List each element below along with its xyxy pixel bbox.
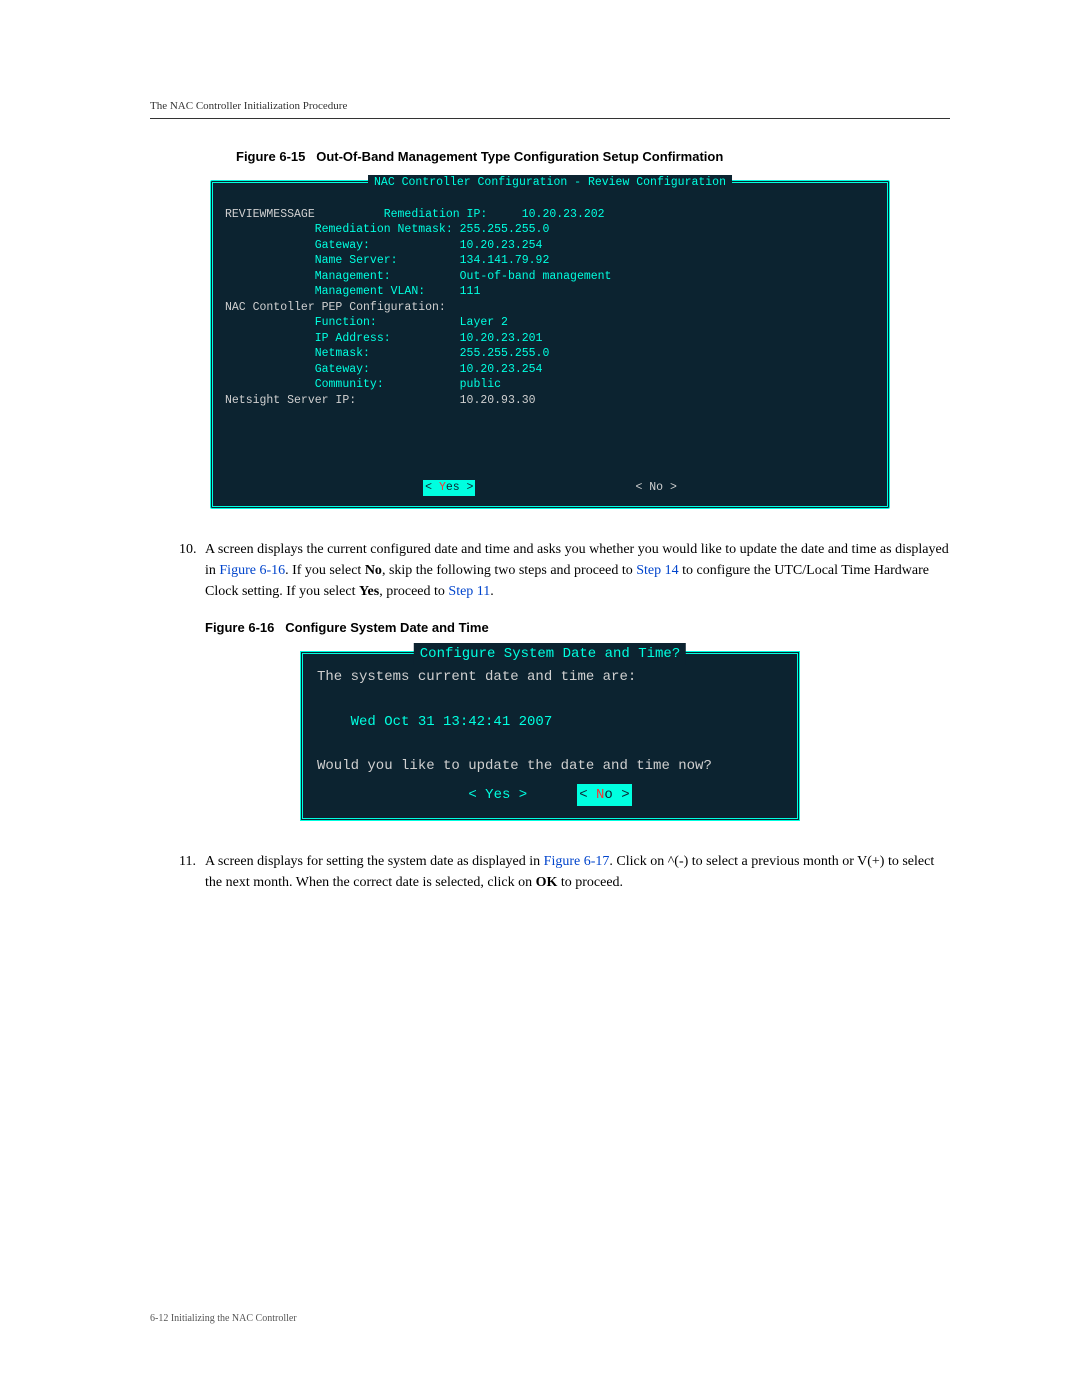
terminal-line: Gateway: 10.20.23.254: [225, 363, 542, 376]
link-step-11[interactable]: Step 11: [448, 584, 490, 599]
btn-rest: o >: [604, 787, 629, 803]
bold-ok: OK: [536, 875, 558, 890]
netsight-label: Netsight Server IP: 10.20.93.30: [225, 394, 536, 407]
link-figure-6-16[interactable]: Figure 6-16: [219, 563, 285, 578]
terminal-line: Name Server: 134.141.79.92: [225, 254, 549, 267]
pep-config-label: NAC Contoller PEP Configuration:: [225, 301, 446, 314]
page-header: The NAC Controller Initialization Proced…: [150, 100, 950, 119]
btn-bracket: <: [579, 787, 596, 803]
text: to proceed.: [557, 875, 623, 890]
review-message-label: REVIEWMESSAGE: [225, 208, 315, 221]
text: , proceed to: [379, 584, 448, 599]
btn-rest: es >: [446, 481, 474, 494]
link-figure-6-17[interactable]: Figure 6-17: [544, 854, 610, 869]
terminal-button-row: < Yes > < No >: [213, 480, 887, 506]
terminal-line: Gateway: 10.20.23.254: [225, 239, 542, 252]
step-number: 10.: [179, 539, 205, 560]
figure-6-15-caption: Figure 6-15 Out-Of-Band Management Type …: [150, 149, 950, 164]
terminal-line: Function: Layer 2: [225, 316, 508, 329]
terminal-line: Wed Oct 31 13:42:41 2007: [317, 711, 783, 733]
figure-6-16-caption: Figure 6-16 Configure System Date and Ti…: [205, 620, 950, 635]
figure-label: Figure 6-16: [205, 620, 274, 635]
figure-label: Figure 6-15: [236, 149, 305, 164]
text: , skip the following two steps and proce…: [382, 563, 636, 578]
link-step-14[interactable]: Step 14: [636, 563, 678, 578]
step-number: 11.: [179, 851, 205, 872]
page-footer: 6-12 Initializing the NAC Controller: [150, 1313, 950, 1324]
figure-title: Configure System Date and Time: [285, 620, 488, 635]
terminal-review-config: NAC Controller Configuration - Review Co…: [210, 180, 890, 509]
no-button[interactable]: < No >: [577, 784, 631, 806]
terminal-line: Management VLAN: 111: [225, 285, 480, 298]
text: . If you select: [285, 563, 365, 578]
yes-button[interactable]: < Yes >: [423, 480, 475, 496]
terminal-line: Community: public: [225, 378, 501, 391]
figure-title: Out-Of-Band Management Type Configuratio…: [316, 149, 723, 164]
terminal-line: The systems current date and time are:: [317, 666, 783, 688]
terminal-button-row: < Yes > < No >: [317, 778, 783, 806]
terminal-line: Remediation IP: 10.20.23.202: [315, 208, 605, 221]
terminal-line: Would you like to update the date and ti…: [317, 755, 783, 777]
terminal-line: Remediation Netmask: 255.255.255.0: [225, 223, 549, 236]
terminal-body: REVIEWMESSAGE Remediation IP: 10.20.23.2…: [213, 183, 887, 480]
terminal-configure-date: Configure System Date and Time? The syst…: [300, 651, 800, 821]
no-button[interactable]: < No >: [635, 480, 676, 496]
terminal-title: Configure System Date and Time?: [414, 643, 686, 665]
bold-yes: Yes: [359, 584, 379, 599]
step-10-text: 10.A screen displays the current configu…: [150, 539, 950, 602]
terminal-title: NAC Controller Configuration - Review Co…: [368, 175, 732, 191]
terminal-line: Netmask: 255.255.255.0: [225, 347, 549, 360]
terminal-line: IP Address: 10.20.23.201: [225, 332, 542, 345]
step-11-text: 11.A screen displays for setting the sys…: [150, 851, 950, 893]
yes-hotkey: Y: [439, 481, 446, 494]
yes-button[interactable]: < Yes >: [468, 784, 527, 806]
btn-bracket: <: [425, 481, 439, 494]
bold-no: No: [365, 563, 382, 578]
text: A screen displays for setting the system…: [205, 854, 544, 869]
terminal-line: Management: Out-of-band management: [225, 270, 611, 283]
text: .: [490, 584, 494, 599]
